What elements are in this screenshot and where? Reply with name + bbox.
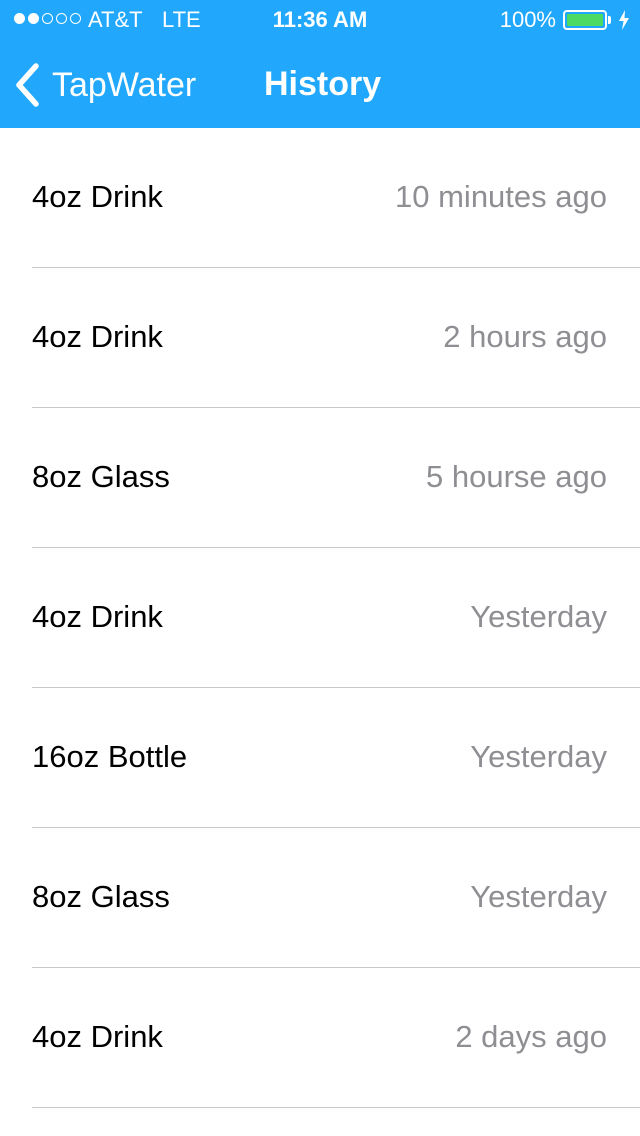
drink-time: 5 hourse ago: [426, 459, 607, 494]
drink-time: Yesterday: [470, 599, 607, 634]
page-title: History: [264, 65, 382, 103]
history-row[interactable]: 4oz Drink 2 hours ago: [0, 268, 640, 408]
battery-percentage: 100%: [499, 7, 556, 32]
drink-label: 4oz Drink: [32, 599, 163, 634]
drink-time: 2 hours ago: [443, 319, 607, 354]
history-list: 4oz Drink 10 minutes ago 4oz Drink 2 hou…: [0, 128, 640, 1108]
drink-label: 4oz Drink: [32, 179, 163, 214]
bolt-icon: [619, 10, 629, 30]
history-row[interactable]: 16oz Bottle Yesterday: [0, 688, 640, 828]
drink-label: 8oz Glass: [32, 879, 170, 914]
drink-time: Yesterday: [470, 879, 607, 914]
history-row[interactable]: 4oz Drink Yesterday: [0, 548, 640, 688]
status-bar: AT&T LTE 11:36 AM 100%: [0, 0, 640, 40]
drink-time: 2 days ago: [455, 1019, 607, 1054]
drink-time: Yesterday: [470, 739, 607, 774]
history-row[interactable]: 4oz Drink 2 days ago: [0, 968, 640, 1108]
history-row[interactable]: 4oz Drink 10 minutes ago: [0, 128, 640, 268]
back-button[interactable]: TapWater: [14, 60, 196, 110]
drink-label: 4oz Drink: [32, 319, 163, 354]
battery-level: [567, 14, 603, 26]
navigation-header: AT&T LTE 11:36 AM 100% TapWater History: [0, 0, 640, 128]
battery-nub: [608, 16, 611, 24]
drink-label: 8oz Glass: [32, 459, 170, 494]
chevron-left-icon: [16, 63, 39, 107]
back-button-label: TapWater: [52, 66, 197, 104]
battery-icon: [563, 10, 607, 30]
drink-label: 16oz Bottle: [32, 739, 188, 774]
drink-time: 10 minutes ago: [395, 179, 607, 214]
history-row[interactable]: 8oz Glass 5 hourse ago: [0, 408, 640, 548]
drink-label: 4oz Drink: [32, 1019, 163, 1054]
history-row[interactable]: 8oz Glass Yesterday: [0, 828, 640, 968]
